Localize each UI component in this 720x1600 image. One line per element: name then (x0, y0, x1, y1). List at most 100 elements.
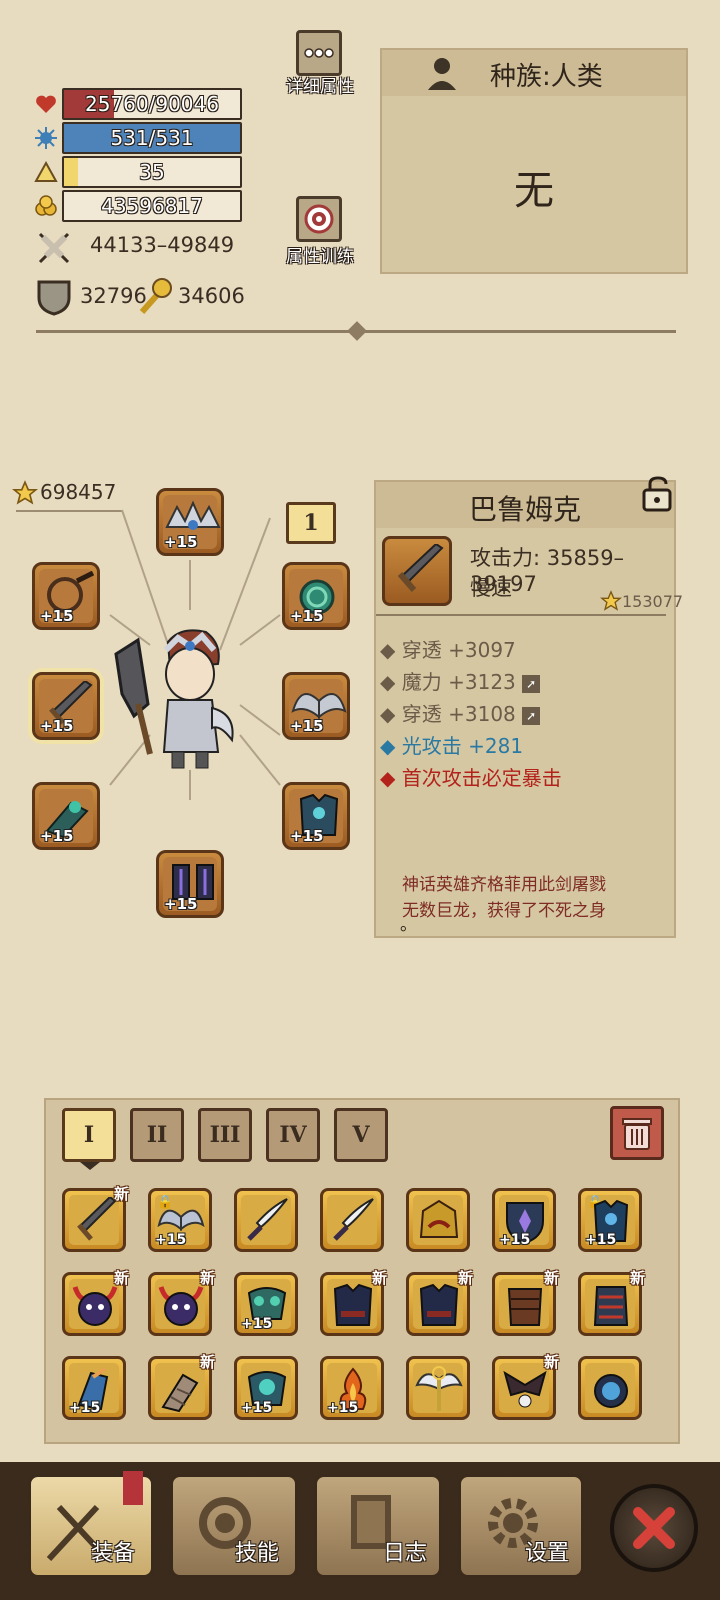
inventory-tab-3[interactable]: III (198, 1108, 252, 1162)
gold-bar: 43596817 (62, 190, 242, 222)
dagger-icon (333, 1198, 374, 1241)
equip-slot-armor[interactable]: +15 (282, 782, 350, 850)
inventory-item-demon-helm-1[interactable]: 新 (62, 1269, 129, 1336)
inventory-item-dagger-2[interactable] (320, 1188, 384, 1252)
nav-log-button[interactable]: 日志 (314, 1474, 442, 1578)
equip-slot-weapon[interactable]: +15 (32, 672, 100, 740)
equip-slot-helmet[interactable]: +15 (156, 488, 224, 556)
mp-value: 531/531 (110, 126, 194, 150)
inventory-item-helmet-gold[interactable] (406, 1188, 470, 1252)
item-lore-1: 神话英雄齐格菲用此剑屠戮 (402, 875, 606, 895)
equip-slot-amulet[interactable]: +15 (282, 562, 350, 630)
person-icon (428, 58, 456, 90)
race-panel: 种族:人类 无 (380, 48, 688, 274)
greatsword-icon (397, 544, 444, 592)
details-label[interactable]: 详细属性 (278, 72, 362, 97)
divider-ornament (347, 321, 367, 341)
mp-bar: 531/531 (62, 122, 242, 154)
inventory-item-winged-staff[interactable] (406, 1356, 470, 1420)
item-attr-3: ◆ 穿透 +3108 ➚ (380, 698, 541, 727)
inventory-item-blue-gloves[interactable]: +15 (62, 1356, 126, 1420)
magic-defense-icon (139, 278, 172, 314)
level-icon (34, 160, 58, 182)
mana-icon (35, 127, 57, 149)
hp-value: 25760/90046 (85, 92, 219, 116)
inventory-item-blue-ring[interactable] (578, 1356, 642, 1420)
heart-icon (36, 95, 56, 113)
inventory-item-demon-helm-2[interactable]: 新 (148, 1269, 215, 1336)
target-icon (304, 204, 334, 234)
inventory-item-fire-crest[interactable]: +15 (320, 1356, 384, 1420)
nav-equip-button[interactable]: 装备 (28, 1471, 154, 1578)
inventory-tab-1[interactable]: I (62, 1108, 116, 1162)
armor-icon (419, 1283, 459, 1326)
inventory-item-shield[interactable]: +15 (492, 1188, 556, 1252)
bookmark-ribbon (123, 1471, 143, 1505)
details-button[interactable] (296, 30, 342, 76)
item-attr-5: ◆ 首次攻击必定暴击 (380, 766, 562, 790)
gold-value: 43596817 (101, 194, 203, 218)
star-icon (600, 590, 622, 611)
inventory-item-wings[interactable]: 🔒 +15 (148, 1188, 212, 1252)
gloves-icon (161, 1373, 199, 1413)
demon-helm-icon (72, 1286, 118, 1326)
helmet-icon (419, 1199, 459, 1238)
inventory-item-dark-armor-2[interactable]: 新 (406, 1269, 473, 1336)
armor-icon (507, 1288, 543, 1326)
close-button[interactable] (610, 1484, 698, 1572)
level-bar: 35 (62, 156, 242, 188)
upgrade-arrow-icon: ➚ (522, 674, 541, 693)
inventory-tab-4[interactable]: IV (266, 1108, 320, 1162)
armor-icon (593, 1286, 629, 1326)
equip-slot-gloves[interactable]: +15 (32, 782, 100, 850)
equip-slot-whip[interactable]: +15 (32, 562, 100, 630)
level-value: 35 (139, 160, 165, 184)
bat-wings-icon (503, 1370, 547, 1408)
gold-icon (35, 195, 57, 216)
shield-icon (37, 280, 71, 316)
inventory-item-armor-blue[interactable]: 🔒 +15 (578, 1188, 642, 1252)
item-attr-2: ◆ 魔力 +3123 ➚ (380, 666, 541, 695)
item-lore-2: 无数巨龙，获得了不死之身 (402, 901, 606, 921)
inventory-tab-5[interactable]: V (334, 1108, 388, 1162)
hero-character (114, 629, 234, 769)
demon-helm-icon (158, 1286, 204, 1326)
close-icon (633, 1507, 675, 1549)
inventory-item-green-armor[interactable]: +15 (234, 1272, 298, 1336)
trash-icon (622, 1118, 652, 1150)
nav-settings-button[interactable]: 设置 (458, 1474, 584, 1578)
magic-defense-value: 34606 (178, 284, 245, 308)
item-attr-1: ◆ 穿透 +3097 (380, 638, 516, 662)
inventory-item-greatsword[interactable]: 新 (62, 1185, 129, 1252)
item-icon-frame (382, 536, 452, 606)
hp-bar: 25760/90046 (62, 88, 242, 120)
nav-skills-button[interactable]: 技能 (170, 1474, 298, 1578)
race-label: 种族:人类 (490, 62, 603, 92)
dagger-icon (247, 1198, 288, 1241)
inventory-item-brown-armor[interactable]: 新 (492, 1269, 559, 1336)
training-button[interactable] (296, 196, 342, 242)
upgrade-arrow-icon: ➚ (522, 706, 541, 725)
crossed-swords-icon (38, 232, 70, 264)
item-attr-4: ◆ 光攻击 +281 (380, 734, 524, 758)
item-lore-3: 。 (400, 915, 417, 935)
inventory-item-samurai-armor[interactable]: 新 (578, 1269, 645, 1336)
inventory-item-dark-armor-1[interactable]: 新 (320, 1269, 387, 1336)
attack-value: 44133–49849 (90, 233, 235, 257)
item-name: 巴鲁姆克 (468, 493, 581, 526)
slot-set-badge[interactable]: 1 (286, 502, 336, 544)
equip-slot-boots[interactable]: +15 (156, 850, 224, 918)
more-dots-icon (304, 48, 334, 58)
unlock-icon[interactable] (638, 476, 678, 512)
active-tab-pointer (80, 1162, 100, 1170)
item-speed: 慢速 (470, 576, 512, 600)
equip-slot-cape[interactable]: +15 (282, 672, 350, 740)
inventory-item-dark-wings[interactable]: 新 (492, 1353, 559, 1420)
inventory-item-wrapped-gloves[interactable]: 新 (148, 1353, 215, 1420)
trash-button[interactable] (610, 1106, 664, 1160)
race-value: 无 (514, 168, 554, 214)
inventory-item-green-gauntlet[interactable]: +15 (234, 1356, 298, 1420)
training-label[interactable]: 属性训练 (278, 242, 362, 267)
inventory-tab-2[interactable]: II (130, 1108, 184, 1162)
inventory-item-dagger-1[interactable] (234, 1188, 298, 1252)
